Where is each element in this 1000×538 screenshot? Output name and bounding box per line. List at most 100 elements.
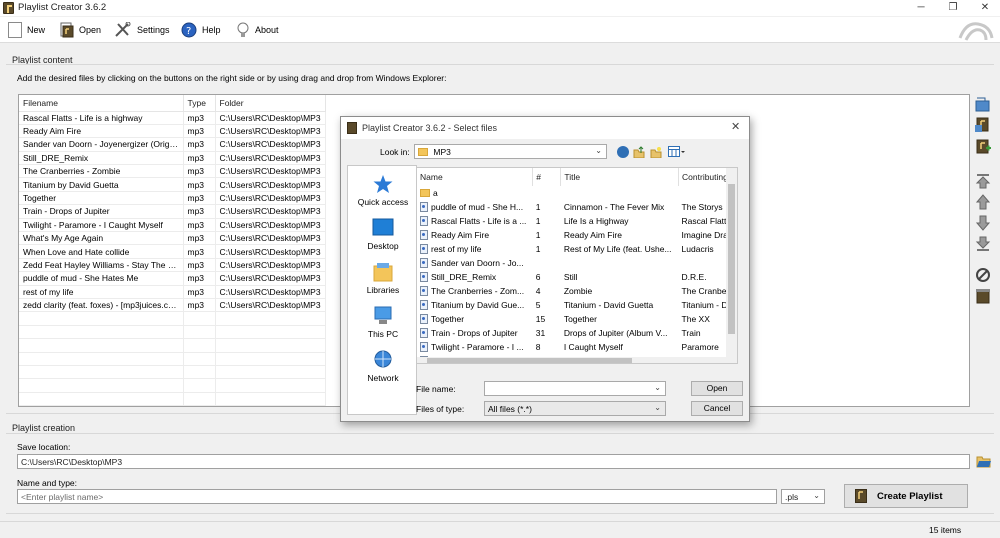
- place-this-pc[interactable]: This PC: [348, 306, 418, 339]
- track-number-cell: 1: [535, 244, 541, 254]
- table-row[interactable]: Still_DRE_Remix mp3 C:\Users\RC\Desktop\MP…: [19, 151, 326, 166]
- new-button[interactable]: New: [8, 21, 45, 39]
- filename-cell: Ready Aim Fire: [19, 124, 184, 139]
- file-list[interactable]: Name # Title Contributing a puddle of mud - …: [416, 167, 738, 364]
- add-files-button[interactable]: [974, 116, 992, 134]
- file-row[interactable]: Together 15 Together The XX: [417, 312, 737, 326]
- move-bottom-button[interactable]: [974, 235, 992, 253]
- file-name-cell: Train - Drops of Jupiter: [417, 326, 533, 340]
- place-libraries[interactable]: Libraries: [348, 262, 418, 295]
- file-row[interactable]: Twilight - Paramore - I ... 8 I Caught Mys…: [417, 340, 737, 354]
- clear-list-button[interactable]: [974, 287, 992, 305]
- cancel-dialog-button[interactable]: Cancel: [691, 401, 743, 416]
- close-button[interactable]: ✕: [968, 0, 1000, 16]
- file-column-header[interactable]: Name: [417, 168, 534, 186]
- horizontal-scrollbar[interactable]: [417, 357, 726, 363]
- playlist-name-input[interactable]: <Enter playlist name>: [17, 489, 777, 504]
- table-row[interactable]: Titanium by David Guetta mp3 C:\Users\RC\D…: [19, 177, 326, 192]
- table-row[interactable]: Train - Drops of Jupiter mp3 C:\Users\RC\D…: [19, 204, 326, 219]
- open-button[interactable]: Open: [60, 21, 101, 39]
- help-button[interactable]: ? Help: [181, 21, 221, 39]
- settings-button[interactable]: Settings: [114, 21, 170, 39]
- table-row[interactable]: Sander van Doorn - Joyenergizer (Origina…: [19, 137, 326, 152]
- move-up-button[interactable]: [974, 193, 992, 211]
- new-file-icon: [8, 22, 22, 38]
- file-name-input[interactable]: ⌄: [484, 381, 666, 396]
- title-cell: I Caught Myself: [563, 342, 623, 352]
- track-number-cell: 6: [535, 272, 541, 282]
- file-row[interactable]: Still_DRE_Remix 6 Still D.R.E.: [417, 270, 737, 284]
- remove-button[interactable]: [974, 266, 992, 284]
- table-row[interactable]: rest of my life mp3 C:\Users\RC\Desktop\MP…: [19, 285, 326, 299]
- place-label: Libraries: [366, 285, 400, 295]
- new-folder-icon[interactable]: [650, 146, 662, 159]
- folder-cell: C:\Users\RC\Desktop\MP3: [215, 177, 326, 192]
- column-header[interactable]: Folder: [215, 95, 326, 112]
- type-cell: mp3: [183, 258, 216, 273]
- table-row[interactable]: Together mp3 C:\Users\RC\Desktop\MP3: [19, 191, 326, 206]
- file-row[interactable]: puddle of mud - She H... 1 Cinnamon - The …: [417, 200, 737, 214]
- file-row[interactable]: Sander van Doorn - Jo...: [417, 256, 737, 270]
- playlist-type-value: .pls: [785, 492, 799, 502]
- maximize-button[interactable]: ❐: [936, 0, 970, 16]
- file-row[interactable]: Train - Drops of Jupiter 31 Drops of Jupit…: [417, 326, 737, 340]
- file-row[interactable]: The Cranberries - Zom... 4 Zombie The Cranb…: [417, 284, 737, 298]
- file-row[interactable]: rest of my life 1 Rest of My Life (feat. U…: [417, 242, 737, 256]
- files-of-type-select[interactable]: All files (*.*) ⌄: [484, 401, 666, 416]
- column-header[interactable]: Type: [183, 95, 216, 112]
- vertical-scrollbar[interactable]: [726, 168, 737, 363]
- type-cell: mp3: [183, 124, 216, 139]
- browse-folder-button[interactable]: [976, 453, 992, 469]
- place-quick-access[interactable]: Quick access: [348, 174, 418, 207]
- file-row[interactable]: Titanium by David Gue... 5 Titanium - Davi…: [417, 298, 737, 312]
- column-header[interactable]: Filename: [19, 95, 184, 112]
- table-row[interactable]: Rascal Flatts - Life is a highway mp3 C:\U…: [19, 111, 326, 125]
- audio-file-icon: [420, 272, 428, 282]
- table-row[interactable]: Twilight - Paramore - I Caught Myself mp3…: [19, 218, 326, 233]
- file-column-header[interactable]: Title: [560, 168, 680, 186]
- minimize-button[interactable]: ─: [904, 0, 938, 16]
- open-dialog-button[interactable]: Open: [691, 381, 743, 396]
- audio-file-icon: [420, 300, 428, 310]
- create-playlist-button[interactable]: Create Playlist: [844, 484, 968, 508]
- look-in-value: MP3: [433, 147, 451, 157]
- add-playlist-icon: [976, 139, 991, 154]
- empty-row: [19, 392, 326, 407]
- playlist-type-select[interactable]: .pls ⌄: [781, 489, 825, 504]
- dialog-close-icon[interactable]: ✕: [731, 120, 740, 133]
- file-name-label: File name:: [416, 384, 456, 394]
- table-row[interactable]: What's My Age Again mp3 C:\Users\RC\Deskto…: [19, 231, 326, 246]
- look-in-select[interactable]: MP3 ⌄: [414, 144, 607, 159]
- save-location-field[interactable]: C:\Users\RC\Desktop\MP3: [17, 454, 970, 469]
- table-row[interactable]: The Cranberries - Zombie mp3 C:\Users\RC\D…: [19, 164, 326, 179]
- file-row[interactable]: Ready Aim Fire 1 Ready Aim Fire Imagine Dra…: [417, 228, 737, 242]
- file-row[interactable]: Rascal Flatts - Life is a ... 1 Life Is a …: [417, 214, 737, 228]
- place-network[interactable]: Network: [348, 350, 418, 383]
- file-name-text: a: [433, 188, 438, 198]
- file-row[interactable]: a: [417, 186, 737, 200]
- file-name-cell: puddle of mud - She H...: [417, 200, 533, 214]
- type-cell: mp3: [183, 164, 216, 179]
- up-folder-icon[interactable]: [633, 146, 645, 159]
- add-playlist-button[interactable]: [974, 138, 992, 156]
- filename-cell: When Love and Hate collide: [19, 244, 184, 259]
- scrollbar-thumb[interactable]: [728, 184, 735, 334]
- select-files-dialog: Playlist Creator 3.6.2 - Select files ✕ …: [340, 116, 750, 422]
- table-row[interactable]: zedd clarity (feat. foxes) - [mp3juices.…: [19, 298, 326, 313]
- move-top-button[interactable]: [974, 172, 992, 190]
- add-folder-button[interactable]: [974, 95, 992, 113]
- table-row[interactable]: When Love and Hate collide mp3 C:\Users\RC…: [19, 244, 326, 259]
- about-button[interactable]: About: [236, 21, 279, 39]
- view-menu-icon[interactable]: [668, 146, 686, 158]
- table-row[interactable]: Ready Aim Fire mp3 C:\Users\RC\Desktop\MP3: [19, 124, 326, 139]
- table-row[interactable]: puddle of mud - She Hates Me mp3 C:\Users\…: [19, 271, 326, 286]
- table-row[interactable]: Zedd Feat Hayley Williams - Stay The Nig…: [19, 258, 326, 273]
- filename-cell: Train - Drops of Jupiter: [19, 204, 184, 219]
- back-icon[interactable]: [617, 146, 629, 158]
- move-down-button[interactable]: [974, 214, 992, 232]
- file-column-header[interactable]: #: [532, 168, 562, 186]
- place-desktop[interactable]: Desktop: [348, 218, 418, 251]
- track-number-cell: 15: [535, 314, 546, 324]
- divider: [6, 64, 994, 65]
- place-label: Desktop: [367, 241, 399, 251]
